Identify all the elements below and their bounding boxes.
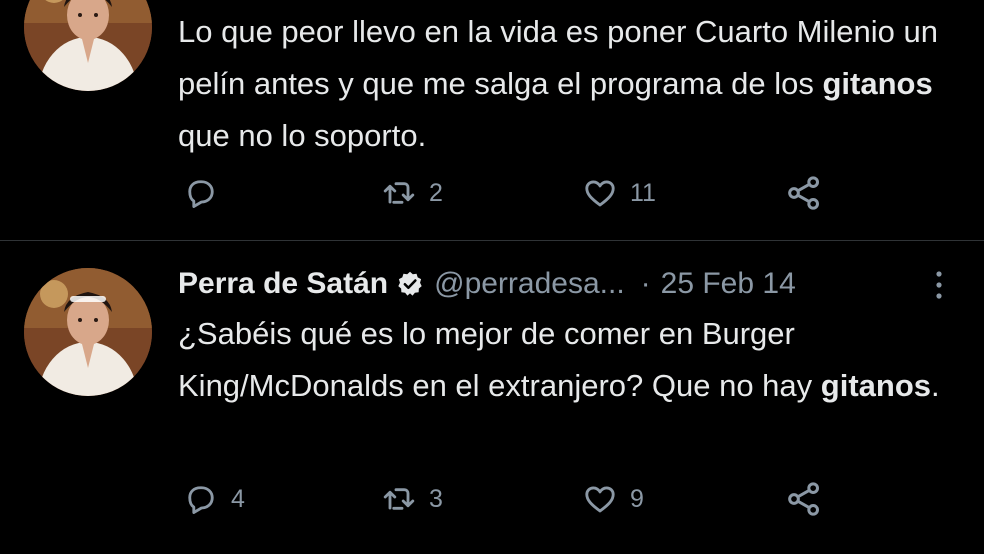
- retweet-count: 2: [429, 178, 443, 207]
- tweet-header: Perra de Satán @perradesa... · 25 Feb 14: [178, 264, 796, 304]
- tweet-date[interactable]: 25 Feb 14: [661, 264, 796, 304]
- more-options-button[interactable]: [929, 268, 949, 302]
- heart-icon: [585, 486, 615, 513]
- share-button[interactable]: [784, 173, 824, 213]
- like-button[interactable]: 9: [582, 479, 644, 519]
- user-handle[interactable]: @perradesa...: [434, 264, 625, 304]
- tweet-text-bold: gitanos: [820, 368, 931, 403]
- timeline: Lo que peor llevo en la vida es poner Cu…: [0, 0, 984, 554]
- tweet[interactable]: Lo que peor llevo en la vida es poner Cu…: [0, 0, 984, 240]
- more-options-icon: [936, 271, 942, 299]
- display-name[interactable]: Perra de Satán: [178, 264, 388, 304]
- like-count: 9: [630, 484, 644, 513]
- tweet[interactable]: Perra de Satán @perradesa... · 25 Feb 14…: [0, 240, 984, 554]
- tweet-text-part: que no lo soporto.: [178, 118, 427, 153]
- avatar[interactable]: [24, 268, 152, 396]
- tweet-actions: 4 3 9: [0, 479, 984, 519]
- retweet-icon: [383, 182, 415, 204]
- share-icon: [788, 176, 819, 210]
- header-separator: ·: [640, 267, 651, 300]
- reply-icon: [188, 180, 214, 208]
- tweet-text: Lo que peor llevo en la vida es poner Cu…: [178, 6, 958, 162]
- like-button[interactable]: 11: [582, 173, 656, 213]
- tweet-actions: 2 11: [0, 173, 984, 213]
- tweet-text: ¿Sabéis qué es lo mejor de comer en Burg…: [178, 308, 958, 412]
- retweet-button[interactable]: 3: [381, 479, 443, 519]
- avatar[interactable]: [24, 0, 152, 91]
- tweet-text-part: ¿Sabéis qué es lo mejor de comer en Burg…: [178, 316, 821, 403]
- reply-count: 4: [231, 484, 245, 513]
- retweet-icon: [383, 488, 415, 510]
- like-count: 11: [630, 178, 656, 207]
- verified-badge-icon: [396, 270, 424, 298]
- avatar-portrait-image: [24, 268, 152, 396]
- share-button[interactable]: [784, 479, 824, 519]
- avatar-portrait-image: [24, 0, 152, 91]
- tweet-text-bold: gitanos: [822, 66, 933, 101]
- reply-icon: [188, 486, 214, 514]
- tweet-text-part: .: [931, 368, 940, 403]
- reply-button[interactable]: [183, 173, 231, 213]
- retweet-button[interactable]: 2: [381, 173, 443, 213]
- heart-icon: [585, 180, 615, 207]
- retweet-count: 3: [429, 484, 443, 513]
- share-icon: [788, 482, 819, 516]
- reply-button[interactable]: 4: [183, 479, 245, 519]
